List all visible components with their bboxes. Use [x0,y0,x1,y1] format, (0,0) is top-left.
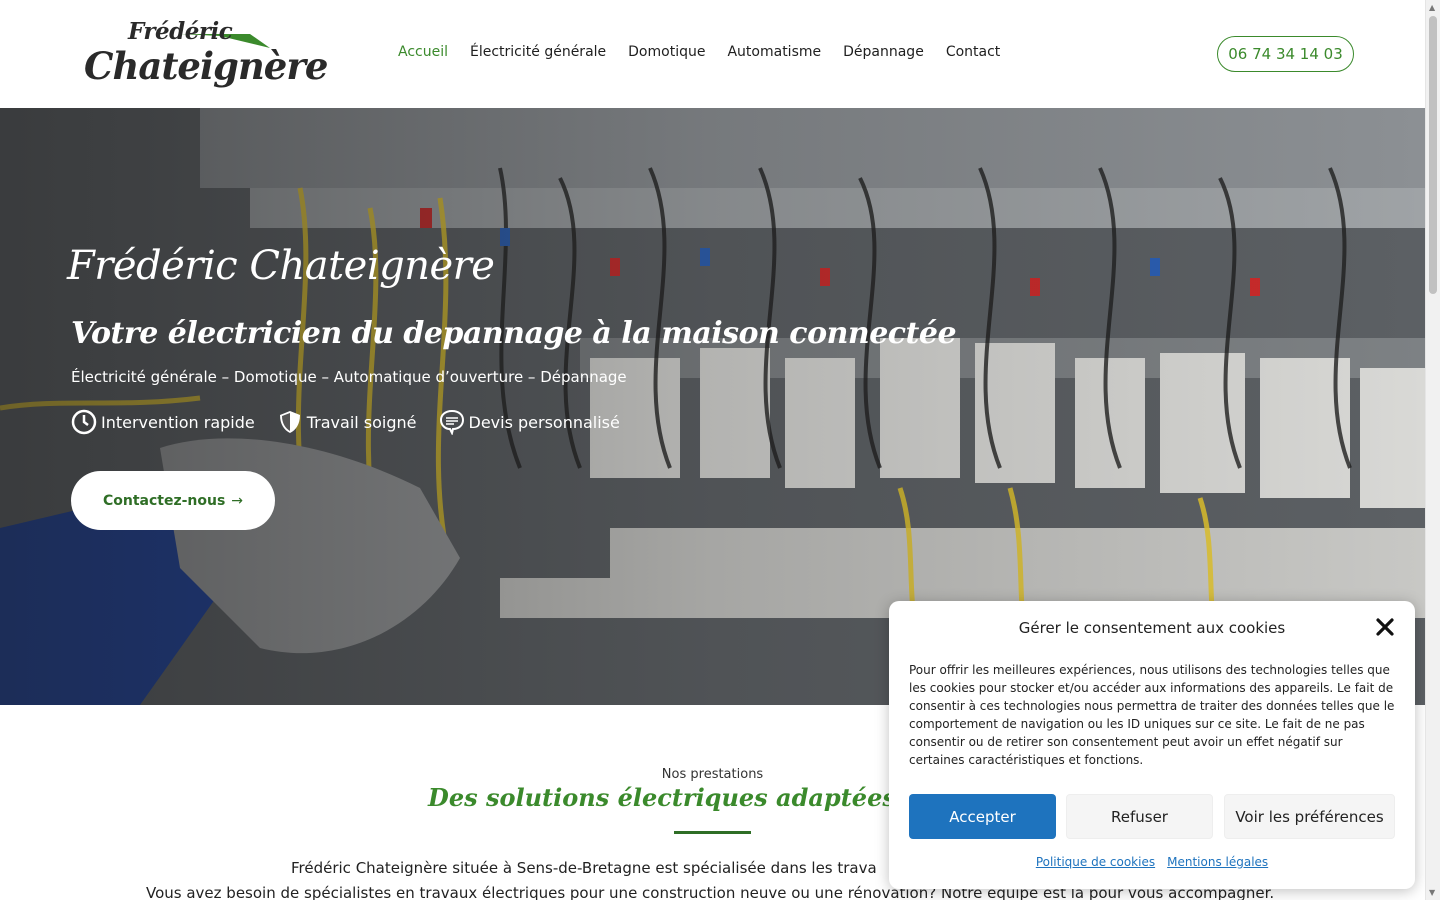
phone-button[interactable]: 06 74 34 14 03 [1217,36,1354,72]
cookie-consent-dialog: Gérer le consentement aux cookies Pour o… [889,601,1415,889]
hero-features: Intervention rapide Travail soigné Devis… [71,409,642,435]
cookie-links: Politique de cookies Mentions légales [889,855,1415,869]
cookie-dialog-text: Pour offrir les meilleures expériences, … [909,663,1395,767]
cookie-policy-link[interactable]: Politique de cookies [1036,855,1155,869]
nav-domotique[interactable]: Domotique [628,44,705,64]
contact-us-label: Contactez-nous [102,492,226,509]
nav-automatisme[interactable]: Automatisme [727,44,821,64]
logo-first-name: Frédéric [128,18,233,45]
scroll-up-icon[interactable]: ▲ [1429,3,1435,12]
clock-icon [71,409,97,435]
legal-notice-link[interactable]: Mentions légales [1167,855,1268,869]
feature-label: Intervention rapide [101,412,255,432]
page-scrollbar[interactable]: ▲ ▼ [1425,0,1440,900]
main-nav: Accueil Électricité générale Domotique A… [398,44,1022,64]
refuse-cookies-button[interactable]: Refuser [1066,794,1213,839]
close-icon[interactable] [1375,617,1395,637]
chat-bubble-icon [439,409,464,435]
feature-label: Travail soigné [306,412,417,432]
contact-us-button[interactable]: Contactez-nous → [71,471,275,530]
nav-depannage[interactable]: Dépannage [843,44,924,64]
cookie-dialog-title: Gérer le consentement aux cookies [1018,619,1286,637]
arrow-right-icon: → [231,492,244,509]
section-paragraph: Frédéric Chateignère située à Sens-de-Br… [291,859,877,877]
nav-electricite-generale[interactable]: Électricité générale [470,44,606,64]
accept-cookies-button[interactable]: Accepter [909,794,1056,839]
nav-accueil[interactable]: Accueil [398,44,448,64]
hero-services-list: Électricité générale – Domotique – Autom… [71,368,627,386]
scroll-down-icon[interactable]: ▼ [1429,888,1435,897]
shield-icon [279,411,300,433]
logo-last-name: Chateignère [84,44,328,88]
site-logo[interactable]: Frédéric Chateignère [84,18,328,90]
hero-title: Frédéric Chateignère [67,243,495,289]
feature-label: Devis personnalisé [468,412,620,432]
nav-contact[interactable]: Contact [946,44,1000,64]
feature-item: Intervention rapide [71,409,255,435]
hero-subtitle: Votre électricien du depannage à la mais… [71,316,957,351]
feature-item: Devis personnalisé [439,409,620,435]
view-preferences-button[interactable]: Voir les préférences [1224,794,1395,839]
site-header: Frédéric Chateignère Accueil Électricité… [0,0,1425,108]
feature-item: Travail soigné [277,409,417,435]
scrollbar-thumb[interactable] [1429,16,1437,294]
section-divider [674,831,751,834]
